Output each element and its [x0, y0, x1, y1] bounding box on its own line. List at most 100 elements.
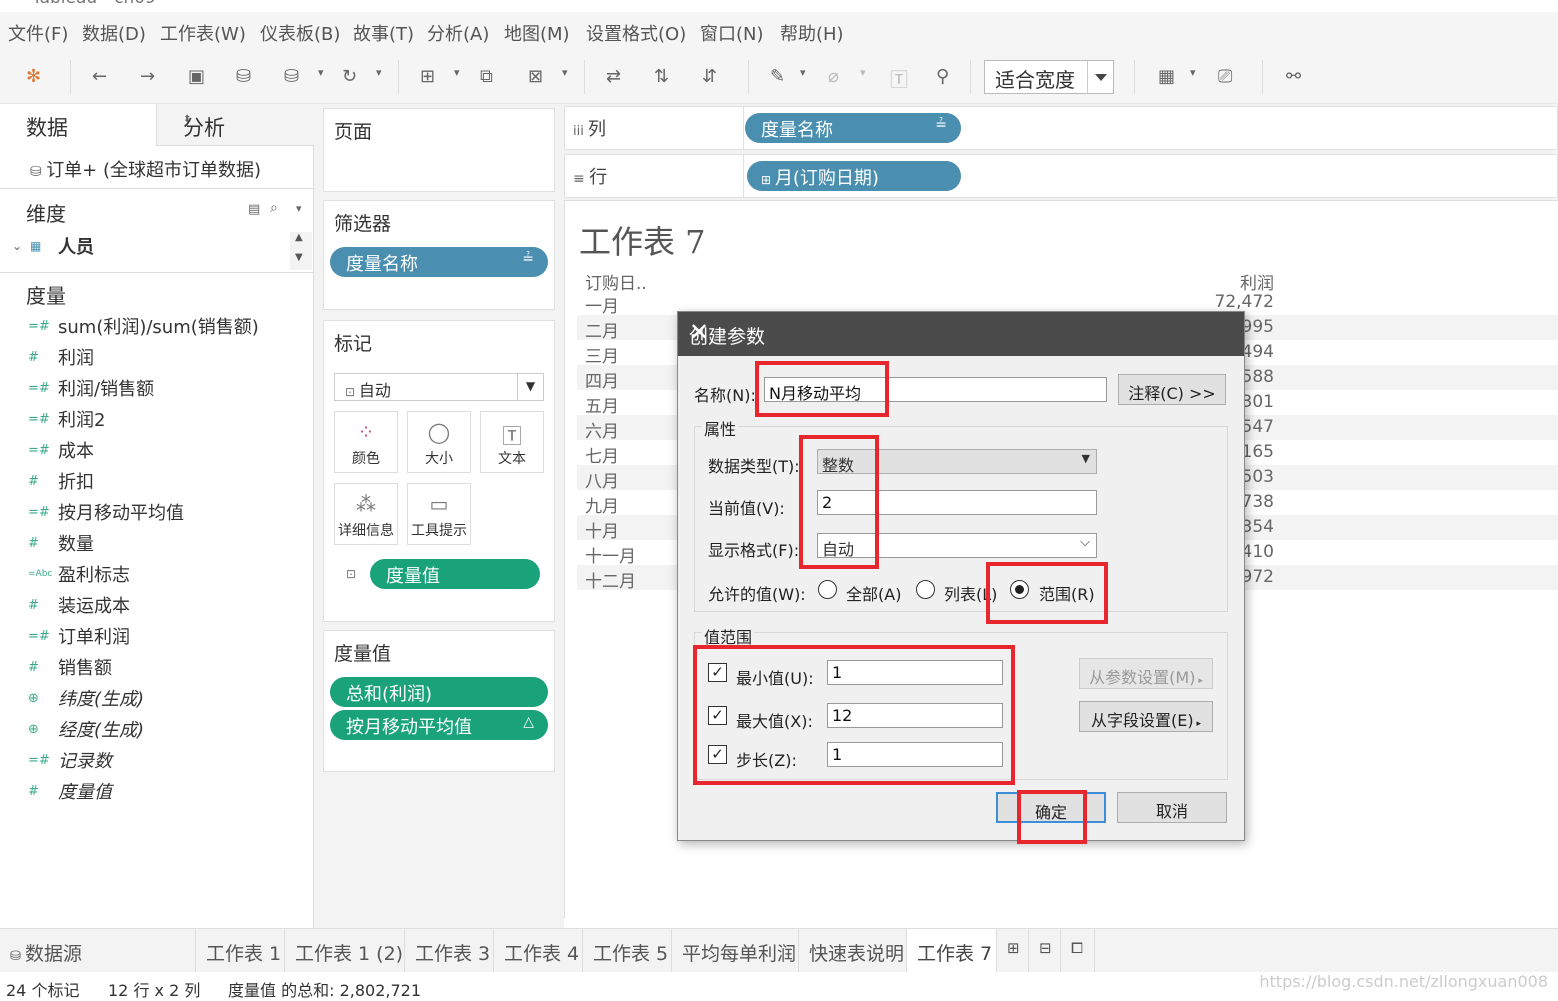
ok-button[interactable]: 确定	[996, 792, 1106, 823]
tooltip-button[interactable]: ▭ 工具提示	[407, 483, 471, 545]
swap-icon[interactable]: ⇄	[606, 66, 621, 87]
from-field-button[interactable]: 从字段设置(E) ▸	[1079, 701, 1213, 732]
month-cell[interactable]: 六月	[585, 417, 619, 442]
month-cell[interactable]: 七月	[585, 442, 619, 467]
min-checkbox[interactable]: ✓	[708, 663, 727, 682]
dropdown-arrow-icon[interactable]: ▾	[454, 66, 460, 79]
month-cell[interactable]: 三月	[585, 342, 619, 367]
measure-field[interactable]: ⊕ 纬度(生成)	[28, 684, 144, 712]
month-cell[interactable]: 一月	[585, 292, 619, 317]
step-input[interactable]: 1	[827, 742, 1003, 767]
pages-card[interactable]: 页面	[323, 108, 555, 192]
pin-icon[interactable]: ⚲	[936, 66, 949, 87]
measure-field[interactable]: # 折扣	[28, 467, 94, 495]
max-checkbox[interactable]: ✓	[708, 706, 727, 725]
measure-field[interactable]: =# 订单利润	[28, 622, 130, 650]
profit-cell[interactable]: 165	[1242, 442, 1274, 462]
profit-cell[interactable]: 410	[1242, 542, 1274, 562]
dropdown-arrow-icon[interactable]: ▾	[318, 66, 324, 79]
tab-data[interactable]: 数据	[0, 104, 156, 146]
max-input[interactable]: 12	[827, 703, 1003, 728]
measure-field[interactable]: # 销售额	[28, 653, 112, 681]
min-input[interactable]: 1	[827, 660, 1003, 685]
measure-field[interactable]: # 装运成本	[28, 591, 130, 619]
measure-field[interactable]: =Abc 盈利标志	[28, 560, 130, 588]
measure-field[interactable]: # 度量值	[28, 777, 112, 805]
refresh-icon[interactable]: ↻	[342, 66, 357, 87]
detail-button[interactable]: ⁂ 详细信息	[334, 483, 398, 545]
month-cell[interactable]: 九月	[585, 492, 619, 517]
tab-analysis[interactable]: 分析 ⬍	[156, 104, 314, 146]
month-cell[interactable]: 五月	[585, 392, 619, 417]
new-worksheet-icon[interactable]: ⊞	[420, 66, 435, 87]
scrollbar[interactable]: ▲ ▼	[290, 232, 312, 270]
sheet-tab-active[interactable]: 工作表 7	[907, 929, 997, 973]
month-cell[interactable]: 二月	[585, 317, 619, 342]
measure-field[interactable]: # 数量	[28, 529, 94, 557]
format-select[interactable]: 自动 ⌵	[817, 533, 1097, 559]
tab-menu-icon[interactable]: ⬍	[183, 114, 306, 125]
rows-shelf[interactable]: ≡ 行 ⊞ 月(订购日期)	[564, 154, 1558, 198]
profit-cell[interactable]: 494	[1242, 342, 1274, 362]
month-cell[interactable]: 四月	[585, 367, 619, 392]
measure-field[interactable]: =# 利润2	[28, 405, 105, 433]
dropdown-arrow-icon[interactable]: ▾	[1190, 66, 1196, 79]
profit-cell[interactable]: 547	[1242, 417, 1274, 437]
group-icon[interactable]: ⌀	[828, 66, 839, 87]
month-cell[interactable]: 十一月	[585, 542, 636, 567]
size-button[interactable]: ◯ 大小	[407, 411, 471, 473]
close-icon[interactable]: ✕	[689, 318, 1230, 346]
dropdown-arrow-icon[interactable]: ▾	[296, 202, 302, 215]
presentation-mode-icon[interactable]: ⎚	[1218, 66, 1232, 87]
filter-pill[interactable]: 度量名称 ≟	[330, 247, 548, 277]
menu-format[interactable]: 设置格式(O)	[586, 20, 686, 46]
dimension-folder[interactable]: ⌄ ▦ 人员	[12, 232, 94, 260]
menu-map[interactable]: 地图(M)	[504, 20, 570, 46]
profit-cell[interactable]: 972	[1242, 567, 1274, 587]
save-icon[interactable]: ▣	[188, 66, 205, 87]
current-value-input[interactable]: 2	[817, 490, 1097, 515]
view-toggle-icon[interactable]: ▤	[248, 202, 260, 217]
profit-cell[interactable]: 354	[1242, 517, 1274, 537]
allowed-all-radio[interactable]	[818, 580, 837, 599]
menu-data[interactable]: 数据(D)	[82, 20, 146, 46]
tableau-logo-icon[interactable]: ✻	[26, 66, 41, 87]
columns-pill[interactable]: 度量名称 ≟	[745, 113, 961, 143]
menu-analysis[interactable]: 分析(A)	[427, 20, 489, 46]
tab-datasource[interactable]: ⛁ 数据源	[0, 929, 196, 973]
profit-cell[interactable]: 301	[1242, 392, 1274, 412]
rows-pill[interactable]: ⊞ 月(订购日期)	[747, 161, 961, 191]
sheet-tab[interactable]: 工作表 5	[583, 929, 672, 973]
menu-window[interactable]: 窗口(N)	[700, 20, 764, 46]
show-cards-icon[interactable]: ▦	[1158, 66, 1175, 87]
month-cell[interactable]: 十二月	[585, 567, 636, 592]
new-datasource-icon[interactable]: ⛁	[236, 66, 251, 87]
comment-button[interactable]: 注释(C) >>	[1118, 374, 1226, 405]
new-worksheet-icon[interactable]: ⊞	[997, 929, 1029, 973]
sort-descending-icon[interactable]: ⇵	[702, 66, 717, 87]
columns-shelf[interactable]: iii 列 度量名称 ≟	[564, 106, 1558, 150]
measure-value-pill[interactable]: 总和(利润)	[330, 677, 548, 707]
measure-field[interactable]: =# sum(利润)/sum(销售额)	[28, 312, 259, 340]
mark-type-dropdown[interactable]: ⊡ 自动 ▼	[334, 373, 544, 401]
dropdown-arrow-icon[interactable]: ▾	[562, 66, 568, 79]
dropdown-arrow-icon[interactable]: ▾	[376, 66, 382, 79]
profit-cell[interactable]: 503	[1242, 467, 1274, 487]
measure-field[interactable]: =# 成本	[28, 436, 94, 464]
sheet-tab[interactable]: 工作表 1 (2)	[285, 929, 405, 973]
duplicate-sheet-icon[interactable]: ⧉	[480, 66, 493, 87]
allowed-list-radio[interactable]	[916, 580, 935, 599]
menu-story[interactable]: 故事(T)	[353, 20, 414, 46]
menu-dashboard[interactable]: 仪表板(B)	[260, 20, 340, 46]
color-button[interactable]: ⁘ 颜色	[334, 411, 398, 473]
new-dashboard-icon[interactable]: ⊟	[1029, 929, 1061, 973]
new-story-icon[interactable]: ⧠	[1061, 929, 1095, 973]
profit-cell[interactable]: 995	[1242, 317, 1274, 337]
sheet-tab[interactable]: 工作表 4	[494, 929, 583, 973]
profit-cell[interactable]: 588	[1242, 367, 1274, 387]
from-parameter-button[interactable]: 从参数设置(M) ▸	[1079, 658, 1213, 689]
profit-cell[interactable]: 72,472	[1215, 292, 1274, 312]
month-cell[interactable]: 八月	[585, 467, 619, 492]
menu-help[interactable]: 帮助(H)	[780, 20, 844, 46]
menu-file[interactable]: 文件(F)	[8, 20, 68, 46]
